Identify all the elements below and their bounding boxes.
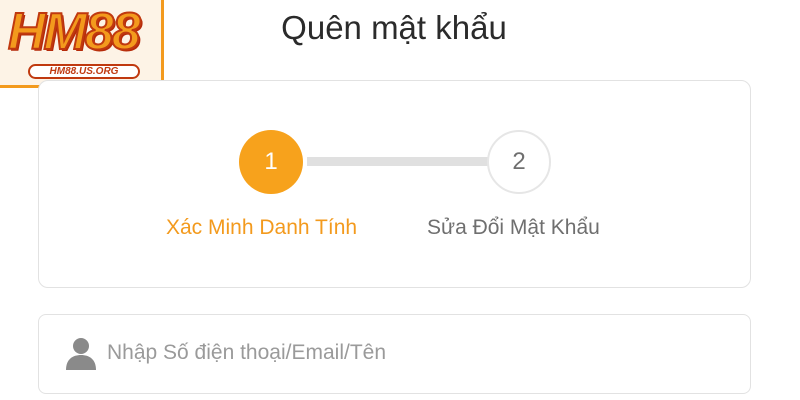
step-1-indicator: 1 [239,130,303,194]
step-2-indicator: 2 [487,130,551,194]
steps-card: 1 2 Xác Minh Danh Tính Sửa Đổi Mật Khẩu [38,80,751,288]
user-icon [66,338,96,370]
account-input-container[interactable] [38,314,751,394]
step-2-label: Sửa Đổi Mật Khẩu [427,216,600,239]
account-input[interactable] [107,333,707,373]
page-title-wrapper: Quên mật khẩu [0,8,800,48]
forgot-password-page: HM88 HM88.US.ORG Quên mật khẩu 1 2 Xác M… [0,0,800,400]
step-progress-track [307,157,491,166]
logo-domain: HM88.US.ORG [28,64,140,79]
page-title: Quên mật khẩu [281,9,507,46]
step-1-label: Xác Minh Danh Tính [166,216,358,239]
